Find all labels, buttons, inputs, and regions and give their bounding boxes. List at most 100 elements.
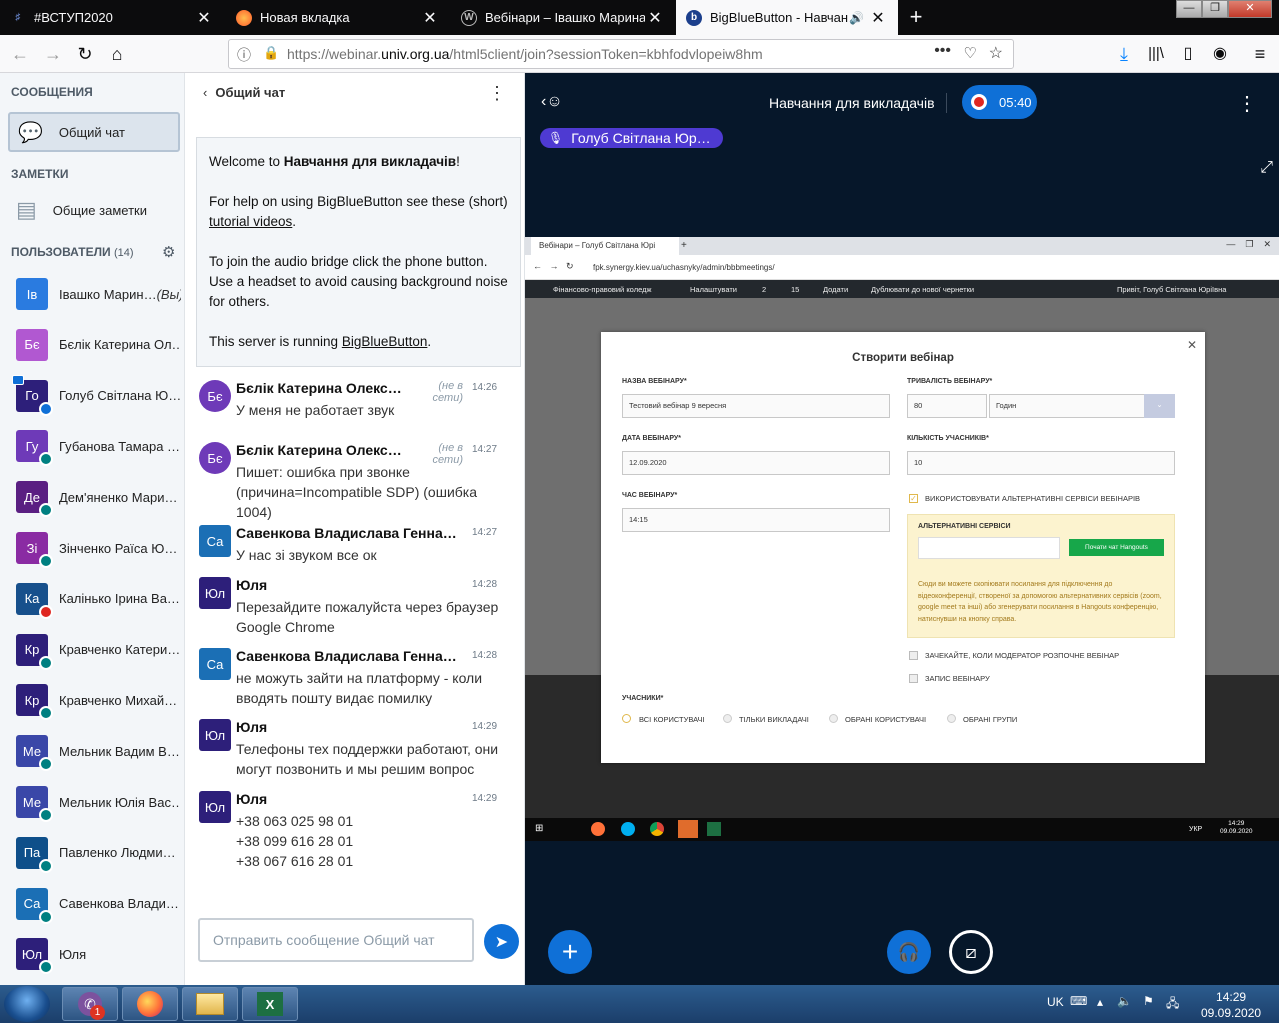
taskbar-excel[interactable]: X [242, 987, 298, 1021]
user-list-item[interactable]: Па Павленко Людми… [16, 833, 184, 873]
account-icon[interactable]: ◉ [1207, 41, 1233, 67]
date-label: ДАТА ВЕБІНАРУ* [622, 435, 681, 442]
sidebar-icon[interactable]: ▯ [1175, 41, 1201, 67]
clock[interactable]: 14:29 09.09.2020 [1201, 989, 1261, 1021]
user-list-item[interactable]: Ме Мельник Юлія Вас… [16, 782, 184, 822]
user-list-item[interactable]: Юл Юля [16, 934, 184, 975]
taskbar-viber[interactable]: ✆ 1 [62, 987, 118, 1021]
recording-indicator[interactable]: 05:40 [962, 85, 1037, 119]
record-checkbox [909, 674, 918, 683]
user-list-item[interactable]: Ме Мельник Вадим В… [16, 731, 184, 772]
chat-options-icon[interactable]: ⋮ [488, 83, 506, 104]
forward-icon[interactable]: → [40, 41, 66, 67]
user-list-item[interactable]: Зі Зінченко Раїса Ю… [16, 528, 184, 568]
user-list-item[interactable]: Бє Бєлік Катерина Ол… [16, 325, 184, 365]
shared-new-tab-icon: + [681, 240, 687, 251]
tray-expand-icon[interactable]: ▴ [1097, 995, 1103, 1009]
user-list-item[interactable]: Са Савенкова Влади… [16, 884, 184, 924]
user-list-item[interactable]: Ів Івашко Марин…(Вы) [16, 274, 184, 314]
close-tab-icon[interactable]: ✕ [645, 8, 665, 28]
avatar: Бє [16, 328, 48, 361]
avatar: Гу [16, 430, 53, 467]
start-button[interactable] [4, 986, 50, 1022]
tutorial-link[interactable]: tutorial videos [209, 214, 292, 229]
leave-audio-button[interactable]: 🎧 [887, 930, 931, 974]
muted-icon [39, 604, 53, 619]
user-name: Зінченко Раїса Ю… [59, 540, 178, 556]
user-list-toggle-icon[interactable]: ‹☺ [541, 93, 563, 111]
audio-icon [39, 401, 53, 416]
browser-nav-bar: ← → ↻ ⌂ ⓘ 🔒 https://webinar.univ.org.ua/… [0, 35, 1279, 73]
fullscreen-icon[interactable]: ⤢ [1260, 159, 1273, 177]
public-chat-item[interactable]: 💬 Общий чат [8, 112, 180, 152]
taskbar-firefox[interactable] [122, 987, 178, 1021]
bookmark-star-icon[interactable]: ☆ [989, 43, 1003, 63]
messages-title: СООБЩЕНИЯ [11, 85, 93, 99]
user-list-item[interactable]: Кр Кравченко Михай… [16, 680, 184, 721]
volume-icon[interactable]: 🔈 [1117, 994, 1132, 1008]
menu-icon[interactable]: ≡ [1247, 41, 1273, 67]
chevron-left-icon[interactable]: ‹ [203, 85, 207, 100]
public-chat-label: Общий чат [58, 124, 125, 140]
send-button[interactable]: ➤ [484, 924, 519, 959]
browser-tab[interactable]: W Вебінари – Івашко Марина Ва ✕ [451, 0, 675, 35]
new-tab-button[interactable]: + [902, 4, 930, 32]
avatar: Юл [199, 577, 231, 609]
welcome-line: This server is running BigBlueButton. [209, 334, 432, 349]
keyboard-icon[interactable]: ⌨ [1070, 994, 1087, 1008]
network-icon[interactable]: 🖧 [1166, 994, 1179, 1015]
maximize-button[interactable]: ❐ [1202, 0, 1228, 18]
user-list-item[interactable]: Де Дем'яненко Мари… [16, 477, 184, 518]
pocket-icon[interactable]: ♡ [964, 44, 977, 62]
browser-tab[interactable]: Новая вкладка ✕ [226, 0, 450, 35]
address-bar[interactable]: ⓘ 🔒 https://webinar.univ.org.ua/html5cli… [228, 39, 1014, 69]
close-tab-icon[interactable]: ✕ [420, 8, 440, 28]
message-time: 14:29 [472, 721, 498, 732]
download-icon[interactable]: ⤓ [1111, 41, 1137, 67]
name-label: НАЗВА ВЕБІНАРУ* [622, 378, 687, 385]
reload-icon[interactable]: ↻ [72, 41, 98, 67]
action-center-flag-icon[interactable]: ⚑ [1143, 994, 1154, 1008]
participants-label: УЧАСНИКИ* [622, 695, 664, 702]
radio-groups [947, 714, 956, 723]
browser-tab-active[interactable]: b BigBlueButton - Навчання д 🔊 ✕ [676, 0, 898, 35]
bbb-link[interactable]: BigBlueButton [342, 334, 428, 349]
page-actions-icon[interactable]: ••• [934, 42, 951, 60]
avatar: Бє [199, 380, 231, 412]
gear-icon[interactable]: ⚙ [162, 243, 175, 261]
chat-message-input[interactable]: Отправить сообщение Общий чат [198, 918, 474, 962]
record-label: ЗАПИС ВЕБІНАРУ [925, 674, 990, 683]
minimize-button[interactable]: — [1176, 0, 1202, 18]
wait-moderator-label: ЗАЧЕКАЙТЕ, КОЛИ МОДЕРАТОР РОЗПОЧНЕ ВЕБІН… [925, 651, 1120, 660]
user-list-item[interactable]: Го Голуб Світлана Ю… [12, 374, 184, 416]
close-tab-icon[interactable]: ✕ [194, 8, 214, 28]
share-screen-button[interactable]: ⧄ [949, 930, 993, 974]
welcome-message: Welcome to Навчання для викладачів! For … [196, 137, 521, 367]
message-author: Юля [236, 791, 268, 807]
options-menu-icon[interactable]: ⋮ [1237, 91, 1257, 116]
info-icon[interactable]: ⓘ [237, 45, 251, 65]
user-list-item[interactable]: Ка Калінько Ірина Ва… [16, 579, 184, 619]
create-webinar-modal: Створити вебінар ✕ НАЗВА ВЕБІНАРУ* Тесто… [601, 332, 1205, 763]
notes-icon: ▤ [16, 197, 37, 222]
close-window-button[interactable]: ✕ [1228, 0, 1272, 18]
tab-title: Вебінари – Івашко Марина Ва [485, 10, 645, 25]
message-author: Юля [236, 577, 268, 593]
avatar-initials: Кр [24, 642, 40, 658]
language-indicator[interactable]: UK [1047, 995, 1064, 1009]
taskbar-explorer[interactable] [182, 987, 238, 1021]
chat-header[interactable]: ‹ Общий чат [203, 85, 285, 100]
close-tab-icon[interactable]: ✕ [868, 8, 888, 28]
shared-tab: Вебінари – Голуб Світлана Юрі [531, 237, 679, 255]
message-time: 14:28 [472, 579, 498, 590]
user-list-item[interactable]: Гу Губанова Тамара … [16, 426, 184, 467]
shared-clock: 14:29 09.09.2020 [1220, 820, 1253, 835]
speaker-icon[interactable]: 🔊 [849, 11, 864, 25]
back-icon[interactable]: ← [7, 41, 33, 67]
browser-tab[interactable]: ♯ #ВСТУП2020 ✕ [0, 0, 224, 35]
user-list-item[interactable]: Кр Кравченко Катери… [16, 630, 184, 670]
shared-notes-item[interactable]: ▤ Общие заметки [16, 197, 147, 223]
home-icon[interactable]: ⌂ [104, 41, 130, 67]
library-icon[interactable]: |||\ [1143, 41, 1169, 67]
actions-plus-button[interactable]: + [548, 930, 592, 974]
